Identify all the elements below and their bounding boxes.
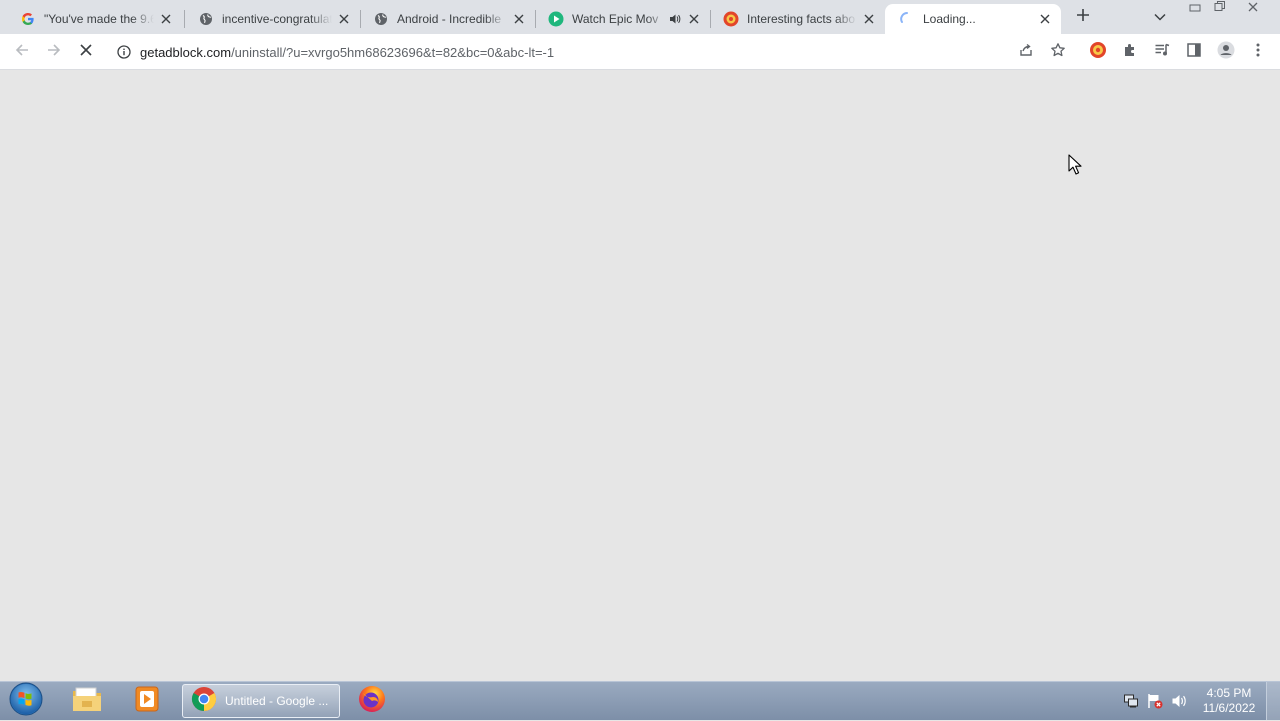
tab-1-close-icon[interactable] [158,11,174,27]
tab-3[interactable]: Android - Incredible [359,4,535,34]
back-button[interactable] [11,41,33,63]
side-panel-button[interactable] [1183,41,1205,63]
chrome-icon [191,686,217,717]
url-path: /uninstall/?u=xvrgo5hm68623696&t=82&bc=0… [231,44,555,60]
media-player-icon [133,685,161,718]
tab-6-close-icon[interactable] [1037,11,1053,27]
tab-5-title: Interesting facts abo [747,12,856,26]
windows-taskbar: Untitled - Google ... 4:05 PM 11/6/2022 [0,681,1280,720]
tab-2-title: incentive-congratulat [222,12,332,26]
tab-4-title: Watch Epic Mov [572,12,659,26]
extension-button[interactable] [1087,41,1109,63]
close-window-button[interactable] [1240,0,1266,16]
tab-6-active[interactable]: Loading... [885,4,1061,34]
firefox-icon [357,684,387,719]
tab-3-title: Android - Incredible [397,12,502,26]
forward-button[interactable] [43,41,65,63]
media-playlist-icon [1154,42,1170,63]
stop-x-icon [79,43,93,62]
start-button[interactable] [6,682,46,721]
url-host: getadblock.com [140,44,232,60]
stop-loading-button[interactable] [75,41,97,63]
taskbar-explorer-button[interactable] [66,684,108,718]
chrome-menu-button[interactable] [1247,41,1269,63]
tab-search-button[interactable] [1150,7,1170,27]
tab-4[interactable]: Watch Epic Mov [534,4,710,34]
globe-icon [373,11,389,27]
star-icon [1050,42,1066,63]
taskbar-firefox-button[interactable] [350,684,394,718]
close-icon [1248,0,1258,17]
taskbar-chrome-button[interactable]: Untitled - Google ... [182,684,340,718]
media-control-button[interactable] [1151,41,1173,63]
action-center-flag-icon[interactable] [1147,693,1163,709]
tab-1-title: "You've made the 9.6 [44,12,154,26]
tab-5-close-icon[interactable] [861,11,877,27]
show-desktop-button[interactable] [1266,682,1280,720]
system-clock[interactable]: 4:05 PM 11/6/2022 [1196,686,1262,716]
folder-icon [71,685,103,718]
clock-time: 4:05 PM [1206,686,1252,700]
network-icon[interactable] [1123,693,1139,709]
taskbar-media-player-button[interactable] [126,684,168,718]
kebab-menu-icon [1256,43,1260,62]
tab-1[interactable]: "You've made the 9.6 [6,4,182,34]
back-arrow-icon [14,42,30,63]
share-icon [1018,42,1034,63]
tab-2-close-icon[interactable] [336,11,352,27]
browser-toolbar: getadblock.com/uninstall/?u=xvrgo5hm6862… [0,34,1280,70]
restore-button[interactable] [1207,0,1233,16]
profile-button[interactable] [1215,41,1237,63]
loading-spinner-icon [899,11,915,27]
side-panel-icon [1186,42,1202,63]
puzzle-icon [1122,42,1138,63]
tab-2[interactable]: incentive-congratulat [184,4,360,34]
new-tab-button[interactable] [1072,6,1094,28]
tab-strip: "You've made the 9.6 incentive-congratul… [0,0,1280,34]
avatar-icon [1217,41,1235,64]
minimize-icon [1189,0,1201,17]
plus-icon [1076,8,1090,27]
volume-icon[interactable] [1171,693,1187,709]
chevron-down-icon [1154,8,1166,26]
red-site-icon [723,11,739,27]
extension-red-icon [1089,41,1107,64]
globe-icon [198,11,214,27]
bookmark-button[interactable] [1047,41,1069,63]
tab-3-close-icon[interactable] [511,11,527,27]
clock-date: 11/6/2022 [1202,701,1256,715]
windows-orb-icon [9,682,43,721]
forward-arrow-icon [46,42,62,63]
play-circle-icon [548,11,564,27]
url-text: getadblock.com/uninstall/?u=xvrgo5hm6862… [140,45,554,60]
tab-4-close-icon[interactable] [686,11,702,27]
page-content-loading [0,70,1280,681]
tab-5[interactable]: Interesting facts abo [709,4,885,34]
taskbar-chrome-label: Untitled - Google ... [225,694,329,708]
speaker-icon[interactable] [668,11,682,27]
share-button[interactable] [1015,41,1037,63]
google-g-icon [20,11,36,27]
site-info-icon[interactable] [116,44,132,60]
restore-icon [1214,0,1226,17]
extensions-menu-button[interactable] [1119,41,1141,63]
mouse-cursor-icon [1068,154,1084,181]
address-bar[interactable]: getadblock.com/uninstall/?u=xvrgo5hm6862… [110,38,1080,66]
minimize-button[interactable] [1182,0,1208,16]
tab-6-title: Loading... [923,12,976,26]
